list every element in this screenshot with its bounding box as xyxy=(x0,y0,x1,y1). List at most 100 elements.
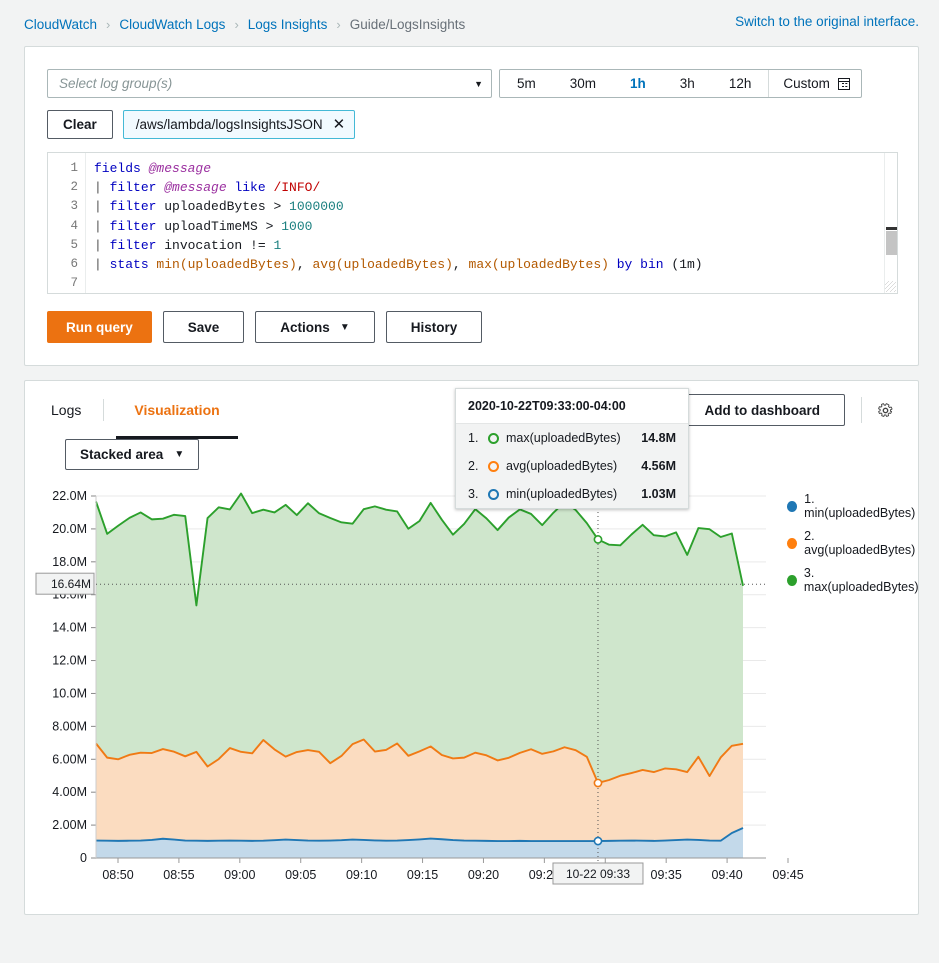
editor-resize-grip[interactable] xyxy=(885,281,896,292)
breadcrumb-item-current: Guide/LogsInsights xyxy=(350,17,466,32)
time-range-12h[interactable]: 12h xyxy=(712,70,769,97)
breadcrumb-separator-icon: › xyxy=(106,17,110,32)
y-axis-tick-label: 14.0M xyxy=(52,621,87,635)
tooltip-label: avg(uploadedBytes) xyxy=(506,459,634,473)
editor-scrollbar-thumb[interactable] xyxy=(886,231,897,255)
x-axis-tick-label: 09:40 xyxy=(711,868,742,882)
log-group-chip[interactable]: /aws/lambda/logsInsightsJSON ✕ xyxy=(123,110,355,139)
gear-icon xyxy=(877,402,894,419)
add-to-dashboard-button[interactable]: Add to dashboard xyxy=(680,394,846,426)
tooltip-row-avg: 2. avg(uploadedBytes) 4.56M xyxy=(456,452,688,480)
legend-item-min[interactable]: 1. min(uploadedBytes) xyxy=(787,492,920,520)
y-axis-tick-label: 10.0M xyxy=(52,686,87,700)
crosshair-point-marker xyxy=(594,536,601,543)
settings-gear-button[interactable] xyxy=(868,393,902,427)
y-axis-tick-label: 20.0M xyxy=(52,522,87,536)
tab-visualization[interactable]: Visualization xyxy=(130,381,223,439)
legend-item-max[interactable]: 3. max(uploadedBytes) xyxy=(787,566,920,594)
editor-code-line: fields @message xyxy=(94,159,897,178)
editor-code-line: | filter uploadedBytes > 1000000 xyxy=(94,197,897,216)
tooltip-label: max(uploadedBytes) xyxy=(506,431,634,445)
crosshair-point-marker xyxy=(594,837,601,844)
custom-label: Custom xyxy=(783,76,830,91)
editor-line-numbers: 1234567 xyxy=(48,153,86,293)
legend-label: 1. min(uploadedBytes) xyxy=(804,492,919,520)
query-controls-row: Select log group(s) ▼ 5m 30m 1h 3h 12h C… xyxy=(47,69,898,98)
y-axis-tick-label: 0 xyxy=(80,851,87,865)
y-axis-tick-label: 2.00M xyxy=(52,818,87,832)
x-axis-tick-label: 08:50 xyxy=(102,868,133,882)
clear-button[interactable]: Clear xyxy=(47,110,113,139)
y-axis-tick-label: 4.00M xyxy=(52,785,87,799)
time-range-3h[interactable]: 3h xyxy=(663,70,712,97)
x-axis-tick-label: 09:15 xyxy=(407,868,438,882)
tooltip-value: 14.8M xyxy=(641,431,676,445)
crosshair-y-label: 16.64M xyxy=(51,577,91,591)
time-range-group: 5m 30m 1h 3h 12h Custom xyxy=(499,69,862,98)
tooltip-index: 3. xyxy=(468,487,481,501)
editor-line-number: 4 xyxy=(48,217,85,236)
breadcrumb-separator-icon: › xyxy=(234,17,238,32)
chevron-down-icon: ▼ xyxy=(174,449,184,460)
calendar-icon xyxy=(838,78,850,90)
legend-color-swatch xyxy=(787,501,797,512)
breadcrumb-item-logs-insights[interactable]: Logs Insights xyxy=(248,17,328,32)
editor-code-line: | filter invocation != 1 xyxy=(94,236,897,255)
time-range-custom[interactable]: Custom xyxy=(768,70,861,97)
chevron-down-icon: ▼ xyxy=(474,79,483,89)
actions-dropdown-button[interactable]: Actions ▼ xyxy=(255,311,374,343)
time-range-1h[interactable]: 1h xyxy=(613,70,663,97)
legend-label: 3. max(uploadedBytes) xyxy=(804,566,920,594)
chart-area-band xyxy=(96,494,743,783)
editor-scrollbar[interactable] xyxy=(884,153,897,293)
tooltip-row-min: 3. min(uploadedBytes) 1.03M xyxy=(456,480,688,508)
legend-color-swatch xyxy=(787,538,797,549)
tab-logs[interactable]: Logs xyxy=(47,381,85,439)
y-axis-tick-label: 22.0M xyxy=(52,489,87,503)
editor-code[interactable]: fields @message| filter @message like /I… xyxy=(86,153,897,293)
chart-type-select[interactable]: Stacked area ▼ xyxy=(65,439,199,470)
log-group-select[interactable]: Select log group(s) ▼ xyxy=(47,69,492,98)
tooltip-value: 1.03M xyxy=(641,487,676,501)
time-range-30m[interactable]: 30m xyxy=(553,70,613,97)
tooltip-index: 2. xyxy=(468,459,481,473)
query-panel: Select log group(s) ▼ 5m 30m 1h 3h 12h C… xyxy=(24,46,919,366)
crosshair-x-label: 10-22 09:33 xyxy=(566,867,630,881)
chevron-down-icon: ▼ xyxy=(340,322,350,333)
editor-line-number: 3 xyxy=(48,197,85,216)
breadcrumb-item-cloudwatch[interactable]: CloudWatch xyxy=(24,17,97,32)
log-group-placeholder: Select log group(s) xyxy=(59,76,474,91)
editor-code-line xyxy=(94,274,897,293)
tooltip-title: 2020-10-22T09:33:00-04:00 xyxy=(456,389,688,424)
close-icon[interactable]: ✕ xyxy=(333,117,346,132)
actions-label: Actions xyxy=(280,320,330,335)
editor-code-line: | filter uploadTimeMS > 1000 xyxy=(94,217,897,236)
x-axis-tick-label: 09:20 xyxy=(468,868,499,882)
x-axis-tick-label: 09:00 xyxy=(224,868,255,882)
y-axis-tick-label: 12.0M xyxy=(52,654,87,668)
editor-code-line: | filter @message like /INFO/ xyxy=(94,178,897,197)
query-editor[interactable]: 1234567 fields @message| filter @message… xyxy=(47,152,898,294)
toolbar-divider xyxy=(861,397,862,423)
editor-line-number: 2 xyxy=(48,178,85,197)
tooltip-label: min(uploadedBytes) xyxy=(506,487,634,501)
tooltip-row-max: 1. max(uploadedBytes) 14.8M xyxy=(456,424,688,452)
save-button[interactable]: Save xyxy=(163,311,245,343)
breadcrumb-item-cloudwatch-logs[interactable]: CloudWatch Logs xyxy=(119,17,225,32)
series-marker-icon xyxy=(488,489,499,500)
editor-line-number: 1 xyxy=(48,159,85,178)
y-axis-tick-label: 8.00M xyxy=(52,719,87,733)
switch-interface-link[interactable]: Switch to the original interface. xyxy=(735,14,919,29)
query-actions-row: Run query Save Actions ▼ History xyxy=(47,311,898,343)
chart-area: 02.00M4.00M6.00M8.00M10.0M12.0M14.0M16.0… xyxy=(25,484,918,914)
y-axis-tick-label: 18.0M xyxy=(52,555,87,569)
tooltip-value: 4.56M xyxy=(641,459,676,473)
legend-item-avg[interactable]: 2. avg(uploadedBytes) xyxy=(787,529,920,557)
chart-tooltip: 2020-10-22T09:33:00-04:00 1. max(uploade… xyxy=(455,388,689,509)
history-button[interactable]: History xyxy=(386,311,483,343)
run-query-button[interactable]: Run query xyxy=(47,311,152,343)
editor-line-number: 5 xyxy=(48,236,85,255)
breadcrumb-separator-icon: › xyxy=(336,17,340,32)
x-axis-tick-label: 09:05 xyxy=(285,868,316,882)
time-range-5m[interactable]: 5m xyxy=(500,70,553,97)
